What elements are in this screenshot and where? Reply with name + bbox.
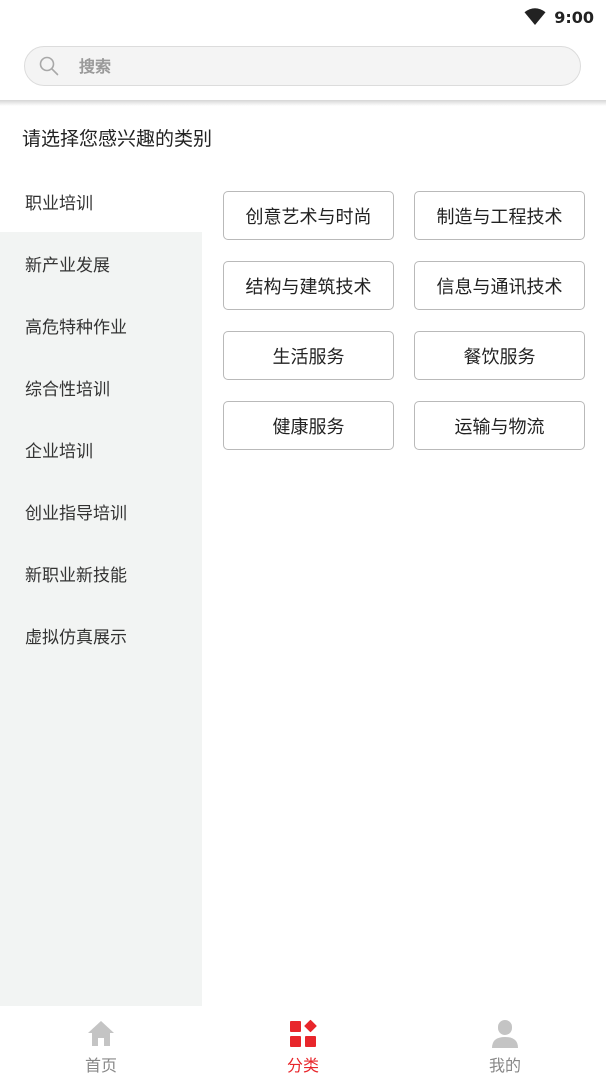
sidebar-item-label: 虚拟仿真展示 [25,627,127,648]
tab-label: 首页 [84,1056,117,1075]
category-button-catering[interactable]: 餐饮服务 [414,331,585,380]
category-button-logistics[interactable]: 运输与物流 [414,401,585,450]
category-icon [290,1019,317,1047]
tab-label: 我的 [488,1056,521,1075]
bottom-tab-bar: 首页 分类 我的 [0,1006,606,1080]
sidebar-item-new-industry[interactable]: 新产业发展 [0,232,202,294]
user-icon [492,1020,518,1048]
sidebar-item-vocational-training[interactable]: 职业培训 [0,170,202,232]
sidebar-item-new-skills[interactable]: 新职业新技能 [0,542,202,604]
search-icon [39,56,59,76]
sidebar-item-hazardous-operations[interactable]: 高危特种作业 [0,294,202,356]
sidebar-item-enterprise-training[interactable]: 企业培训 [0,418,202,480]
header-divider [0,100,606,106]
tab-mine[interactable]: 我的 [404,1006,606,1080]
home-icon [88,1021,114,1046]
tab-label: 分类 [286,1056,319,1075]
sidebar-item-label: 高危特种作业 [25,317,127,338]
tab-category[interactable]: 分类 [202,1006,404,1080]
status-bar: 9:00 [0,0,606,34]
category-sidebar: 职业培训 新产业发展 高危特种作业 综合性培训 企业培训 创业指导培训 新职业新… [0,170,202,1006]
tab-home[interactable]: 首页 [0,1006,202,1080]
page-title: 请选择您感兴趣的类别 [22,128,213,150]
sidebar-item-virtual-simulation[interactable]: 虚拟仿真展示 [0,604,202,666]
category-button-manufacturing[interactable]: 制造与工程技术 [414,191,585,240]
sidebar-item-label: 新产业发展 [25,255,110,276]
category-button-construction[interactable]: 结构与建筑技术 [223,261,394,310]
sidebar-item-label: 职业培训 [25,193,93,214]
wifi-icon [524,8,546,26]
sidebar-item-label: 新职业新技能 [25,565,127,586]
sidebar-item-comprehensive-training[interactable]: 综合性培训 [0,356,202,418]
status-right: 9:00 [524,6,594,28]
sidebar-item-label: 创业指导培训 [25,503,127,524]
sidebar-item-label: 企业培训 [25,441,93,462]
category-button-health[interactable]: 健康服务 [223,401,394,450]
sidebar-item-label: 综合性培训 [25,379,110,400]
search-input[interactable] [79,56,519,76]
status-time: 9:00 [554,7,594,27]
sidebar-item-startup-guidance[interactable]: 创业指导培训 [0,480,202,542]
category-button-ict[interactable]: 信息与通讯技术 [414,261,585,310]
search-bar[interactable] [24,46,581,86]
category-button-life-services[interactable]: 生活服务 [223,331,394,380]
category-button-creative-arts[interactable]: 创意艺术与时尚 [223,191,394,240]
